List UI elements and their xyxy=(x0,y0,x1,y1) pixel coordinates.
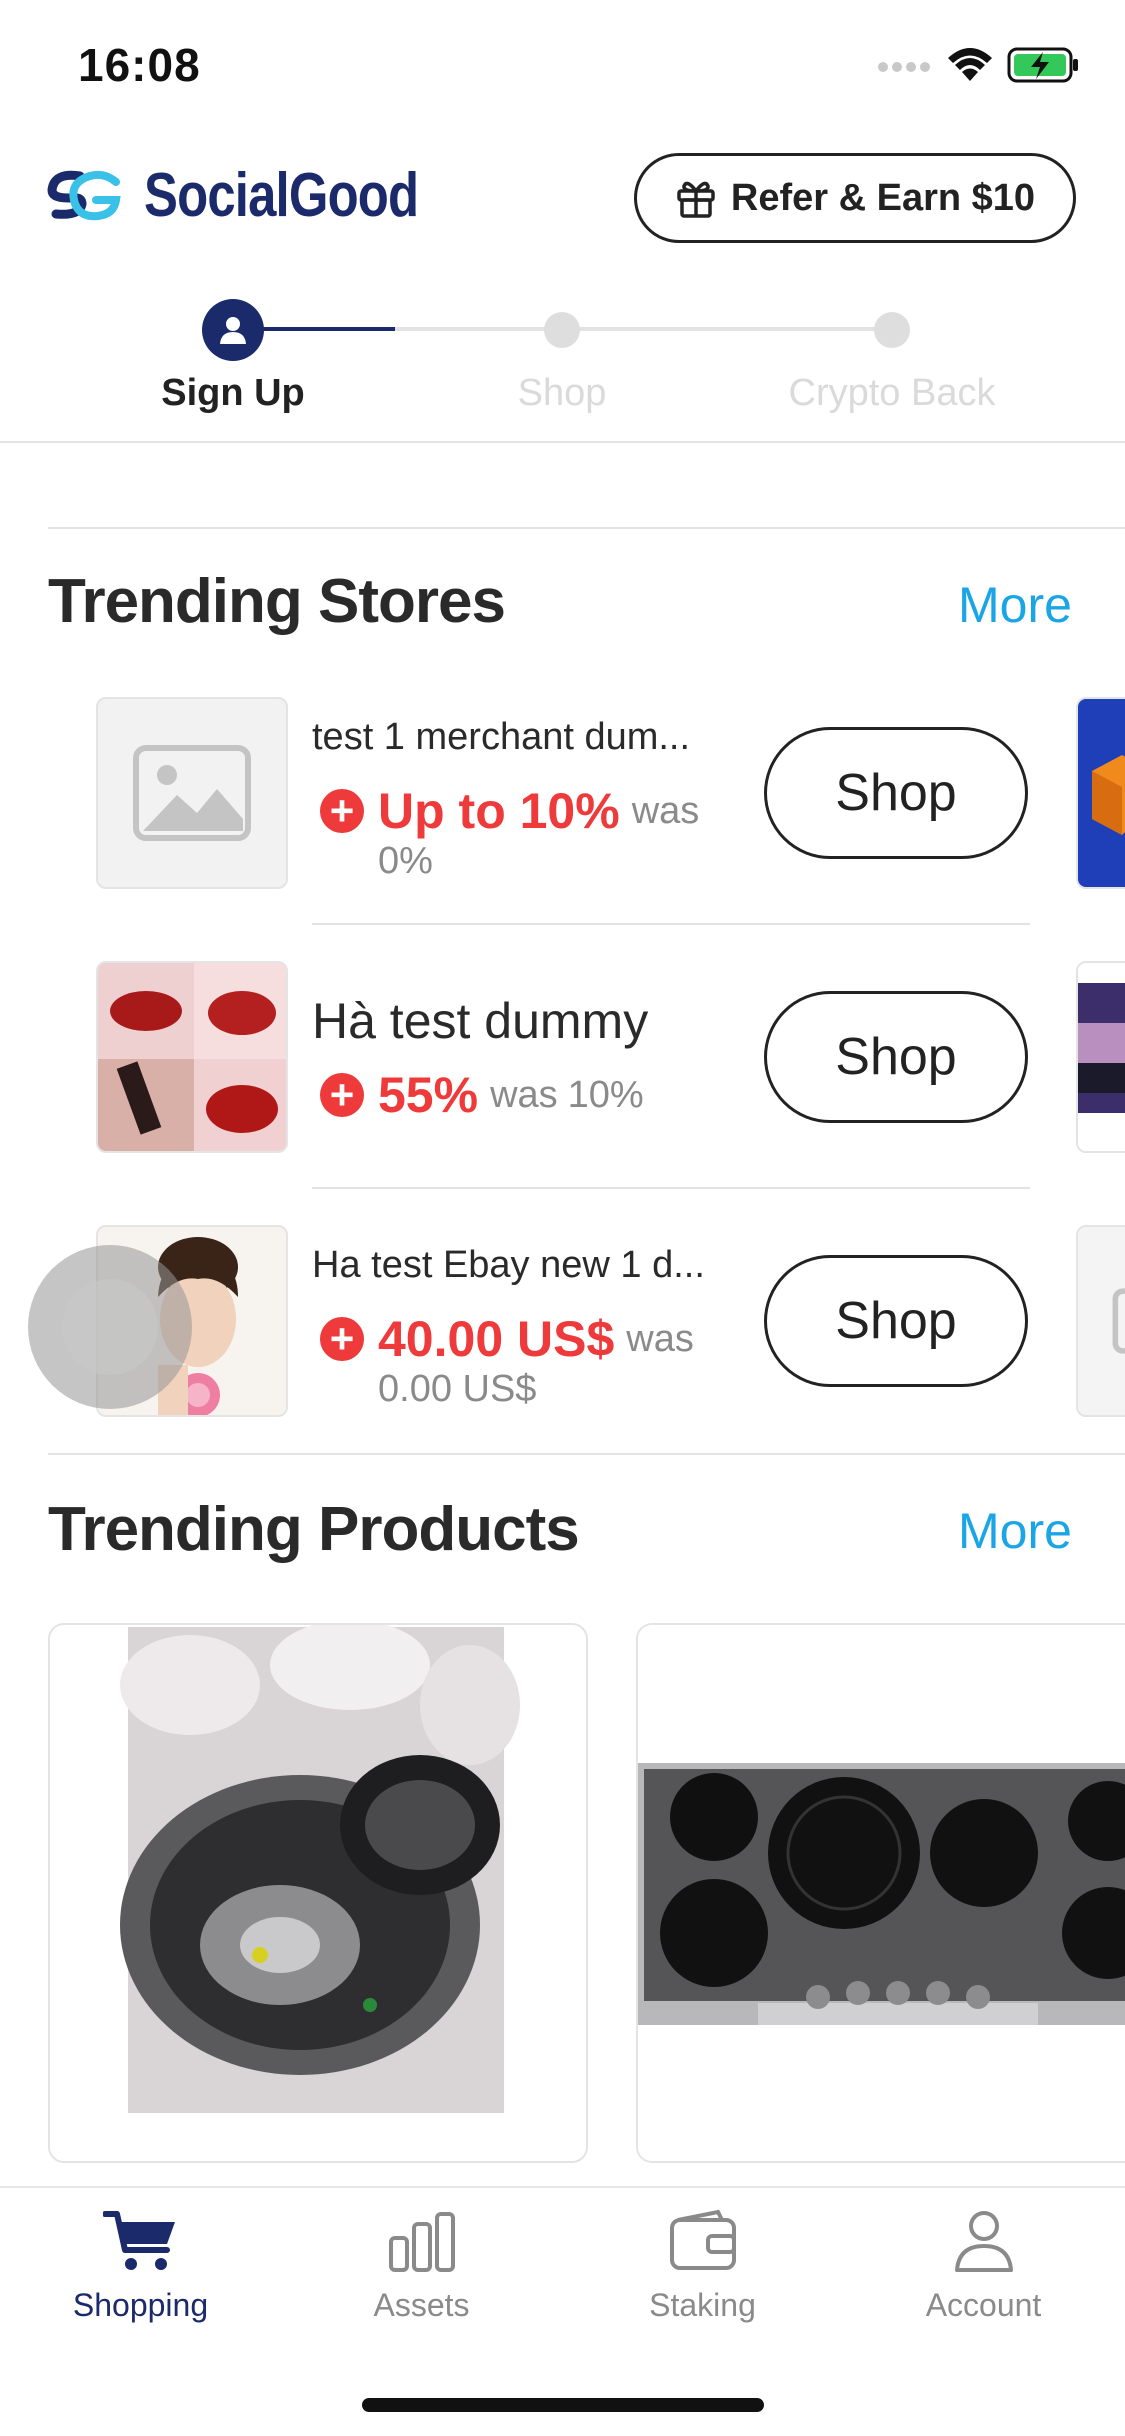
step-signup-dot xyxy=(202,299,264,361)
section-divider xyxy=(48,1453,1125,1455)
cashback-was-label: was xyxy=(490,1073,558,1116)
store-logo-icon xyxy=(1092,755,1125,835)
wallet-icon xyxy=(669,2209,736,2270)
cashback-was-label: was xyxy=(631,789,700,832)
tab-label: Staking xyxy=(649,2287,756,2323)
bar-chart-icon xyxy=(388,2212,455,2272)
floating-touch-indicator xyxy=(28,1245,192,1409)
pot-photo xyxy=(120,1625,520,2113)
next-store-thumbnail[interactable] xyxy=(1076,961,1125,1153)
image-placeholder-icon xyxy=(1112,1288,1125,1354)
image-placeholder-icon xyxy=(133,745,251,841)
step-cryptoback-label: Crypto Back xyxy=(788,372,996,414)
cashback-value: 40.00 US$ xyxy=(378,1311,615,1367)
store-thumbnail-lipstick[interactable] xyxy=(96,961,288,1153)
person-icon xyxy=(954,2211,1013,2272)
signal-icon xyxy=(878,62,930,72)
trending-products-title: Trending Products xyxy=(48,1495,580,1564)
tab-account[interactable]: Account xyxy=(843,2208,1124,2324)
store-cashback: + 55% was 10% xyxy=(320,1066,644,1124)
cashback-value: 55% xyxy=(378,1067,479,1123)
step-shop-label: Shop xyxy=(517,372,607,414)
battery-charging-icon xyxy=(1007,47,1078,83)
gift-icon xyxy=(677,181,715,218)
tab-label: Assets xyxy=(373,2287,470,2323)
store-cashback: + Up to 10% was xyxy=(320,782,699,840)
plus-icon: + xyxy=(320,1073,364,1117)
shop-button[interactable]: Shop xyxy=(764,1255,1028,1387)
next-store-thumbnail[interactable] xyxy=(1076,1225,1125,1417)
shop-button[interactable]: Shop xyxy=(764,727,1028,859)
cashback-was-label: was xyxy=(626,1317,694,1360)
user-icon xyxy=(220,317,246,344)
cooktop-photo xyxy=(638,1625,1125,2161)
brand-name: SocialGood xyxy=(144,161,419,230)
lipstick-photo xyxy=(98,963,286,1151)
tab-label: Account xyxy=(925,2287,1042,2323)
store-cashback: + 40.00 US$ was xyxy=(320,1310,694,1368)
tab-shopping[interactable]: Shopping xyxy=(0,2208,281,2324)
store-row-divider xyxy=(312,1187,1030,1189)
sunset-photo xyxy=(1078,963,1125,1151)
brand-logo: SocialGood xyxy=(46,160,478,231)
refer-earn-label: Refer & Earn $10 xyxy=(730,176,1036,219)
status-time: 16:08 xyxy=(78,39,201,91)
store-thumbnail-placeholder[interactable] xyxy=(96,697,288,889)
section-divider xyxy=(48,527,1125,529)
wifi-icon xyxy=(948,48,992,81)
plus-icon: + xyxy=(320,1317,364,1361)
home-indicator[interactable] xyxy=(362,2398,764,2412)
cashback-value: Up to 10% xyxy=(378,783,620,839)
cashback-was-value: 0.00 US$ xyxy=(378,1368,537,1410)
refer-earn-button[interactable]: Refer & Earn $10 xyxy=(634,153,1076,243)
trending-stores-title: Trending Stores xyxy=(48,567,506,636)
stepper-track-line xyxy=(395,327,892,331)
store-name: test 1 merchant dum... xyxy=(312,716,691,758)
product-card[interactable] xyxy=(636,1623,1125,2163)
tab-staking[interactable]: Staking xyxy=(562,2208,843,2324)
next-store-thumbnail[interactable] xyxy=(1076,697,1125,889)
step-shop-dot xyxy=(544,312,580,348)
step-cryptoback-dot xyxy=(874,312,910,348)
plus-icon: + xyxy=(320,789,364,833)
cashback-was-value: 10% xyxy=(567,1073,644,1116)
tab-label: Shopping xyxy=(72,2287,209,2323)
shop-button[interactable]: Shop xyxy=(764,991,1028,1123)
store-row-divider xyxy=(312,923,1030,925)
product-card[interactable] xyxy=(48,1623,588,2163)
trending-products-more-link[interactable]: More xyxy=(958,1502,1072,1560)
trending-stores-more-link[interactable]: More xyxy=(958,576,1072,634)
store-name: Ha test Ebay new 1 d... xyxy=(312,1244,705,1286)
cashback-was-value: 0% xyxy=(378,840,433,882)
header-divider xyxy=(0,441,1125,443)
store-name: Hà test dummy xyxy=(312,993,649,1049)
tab-assets[interactable]: Assets xyxy=(281,2208,562,2324)
status-icons xyxy=(877,46,1081,84)
socialgood-logo-icon xyxy=(47,170,121,220)
step-signup-label: Sign Up xyxy=(161,372,305,414)
cart-icon xyxy=(101,2211,175,2270)
